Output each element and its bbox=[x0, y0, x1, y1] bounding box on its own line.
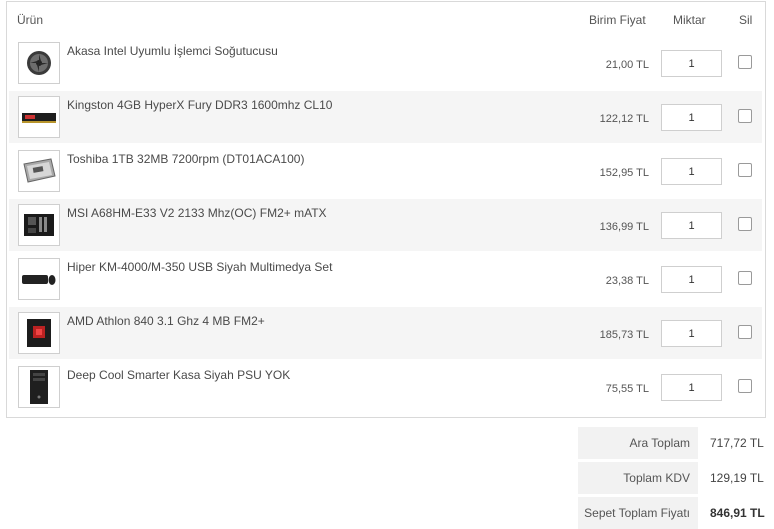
cart-row: Kingston 4GB HyperX Fury DDR3 1600mhz CL… bbox=[9, 91, 762, 143]
unit-price: 21,00 TL bbox=[605, 59, 649, 71]
quantity-input[interactable] bbox=[661, 50, 722, 77]
delete-checkbox[interactable] bbox=[738, 163, 752, 177]
unit-price: 152,95 TL bbox=[599, 167, 649, 179]
quantity-input[interactable] bbox=[661, 374, 722, 401]
cart-row: Hiper KM-4000/M-350 USB Siyah Multimedya… bbox=[9, 253, 762, 305]
keyboard-mouse-icon[interactable] bbox=[18, 258, 60, 300]
grand-total-row: Sepet Toplam Fiyatı 846,91 TL bbox=[578, 497, 774, 529]
subtotal-row: Ara Toplam 717,72 TL bbox=[578, 427, 774, 459]
hard-drive-icon[interactable] bbox=[18, 150, 60, 192]
unit-price: 122,12 TL bbox=[599, 113, 649, 125]
pc-case-icon[interactable] bbox=[18, 366, 60, 408]
subtotal-label: Ara Toplam bbox=[578, 427, 698, 459]
delete-checkbox[interactable] bbox=[738, 271, 752, 285]
cart-header: Ürün Birim Fiyat Miktar Sil bbox=[7, 2, 765, 38]
product-name[interactable]: Hiper KM-4000/M-350 USB Siyah Multimedya… bbox=[67, 260, 332, 274]
product-name[interactable]: Kingston 4GB HyperX Fury DDR3 1600mhz CL… bbox=[67, 98, 332, 112]
cart-row: MSI A68HM-E33 V2 2133 Mhz(OC) FM2+ mATX … bbox=[9, 199, 762, 251]
cart-row: Akasa Intel Uyumlu İşlemci Soğutucusu 21… bbox=[9, 37, 762, 89]
unit-price: 185,73 TL bbox=[599, 329, 649, 341]
motherboard-icon[interactable] bbox=[18, 204, 60, 246]
column-header-unit-price: Birim Fiyat bbox=[589, 13, 646, 27]
cart-row: Toshiba 1TB 32MB 7200rpm (DT01ACA100) 15… bbox=[9, 145, 762, 197]
unit-price: 23,38 TL bbox=[605, 275, 649, 287]
column-header-product: Ürün bbox=[17, 13, 44, 27]
cart-row: Deep Cool Smarter Kasa Siyah PSU YOK 75,… bbox=[9, 361, 762, 413]
quantity-input[interactable] bbox=[661, 320, 722, 347]
product-name[interactable]: AMD Athlon 840 3.1 Ghz 4 MB FM2+ bbox=[67, 314, 265, 328]
vat-label: Toplam KDV bbox=[578, 462, 698, 494]
column-header-delete: Sil bbox=[739, 13, 753, 27]
vat-row: Toplam KDV 129,19 TL bbox=[578, 462, 774, 494]
product-name[interactable]: Toshiba 1TB 32MB 7200rpm (DT01ACA100) bbox=[67, 152, 304, 166]
quantity-input[interactable] bbox=[661, 266, 722, 293]
grand-total-label: Sepet Toplam Fiyatı bbox=[578, 497, 698, 529]
subtotal-value: 717,72 TL bbox=[710, 436, 764, 450]
delete-checkbox[interactable] bbox=[738, 325, 752, 339]
product-name[interactable]: Akasa Intel Uyumlu İşlemci Soğutucusu bbox=[67, 44, 278, 58]
cart-totals: Ara Toplam 717,72 TL Toplam KDV 129,19 T… bbox=[578, 427, 774, 529]
unit-price: 136,99 TL bbox=[599, 221, 649, 233]
cart-row: AMD Athlon 840 3.1 Ghz 4 MB FM2+ 185,73 … bbox=[9, 307, 762, 359]
product-name[interactable]: MSI A68HM-E33 V2 2133 Mhz(OC) FM2+ mATX bbox=[67, 206, 327, 220]
column-header-quantity: Miktar bbox=[673, 13, 706, 27]
cart-table: Ürün Birim Fiyat Miktar Sil Akasa Intel … bbox=[6, 1, 766, 418]
delete-checkbox[interactable] bbox=[738, 109, 752, 123]
delete-checkbox[interactable] bbox=[738, 55, 752, 69]
grand-total-value: 846,91 TL bbox=[710, 506, 765, 520]
quantity-input[interactable] bbox=[661, 158, 722, 185]
cpu-cooler-icon[interactable] bbox=[18, 42, 60, 84]
unit-price: 75,55 TL bbox=[605, 383, 649, 395]
product-name[interactable]: Deep Cool Smarter Kasa Siyah PSU YOK bbox=[67, 368, 290, 382]
quantity-input[interactable] bbox=[661, 212, 722, 239]
delete-checkbox[interactable] bbox=[738, 379, 752, 393]
ram-module-icon[interactable] bbox=[18, 96, 60, 138]
delete-checkbox[interactable] bbox=[738, 217, 752, 231]
quantity-input[interactable] bbox=[661, 104, 722, 131]
vat-value: 129,19 TL bbox=[710, 471, 764, 485]
processor-box-icon[interactable] bbox=[18, 312, 60, 354]
